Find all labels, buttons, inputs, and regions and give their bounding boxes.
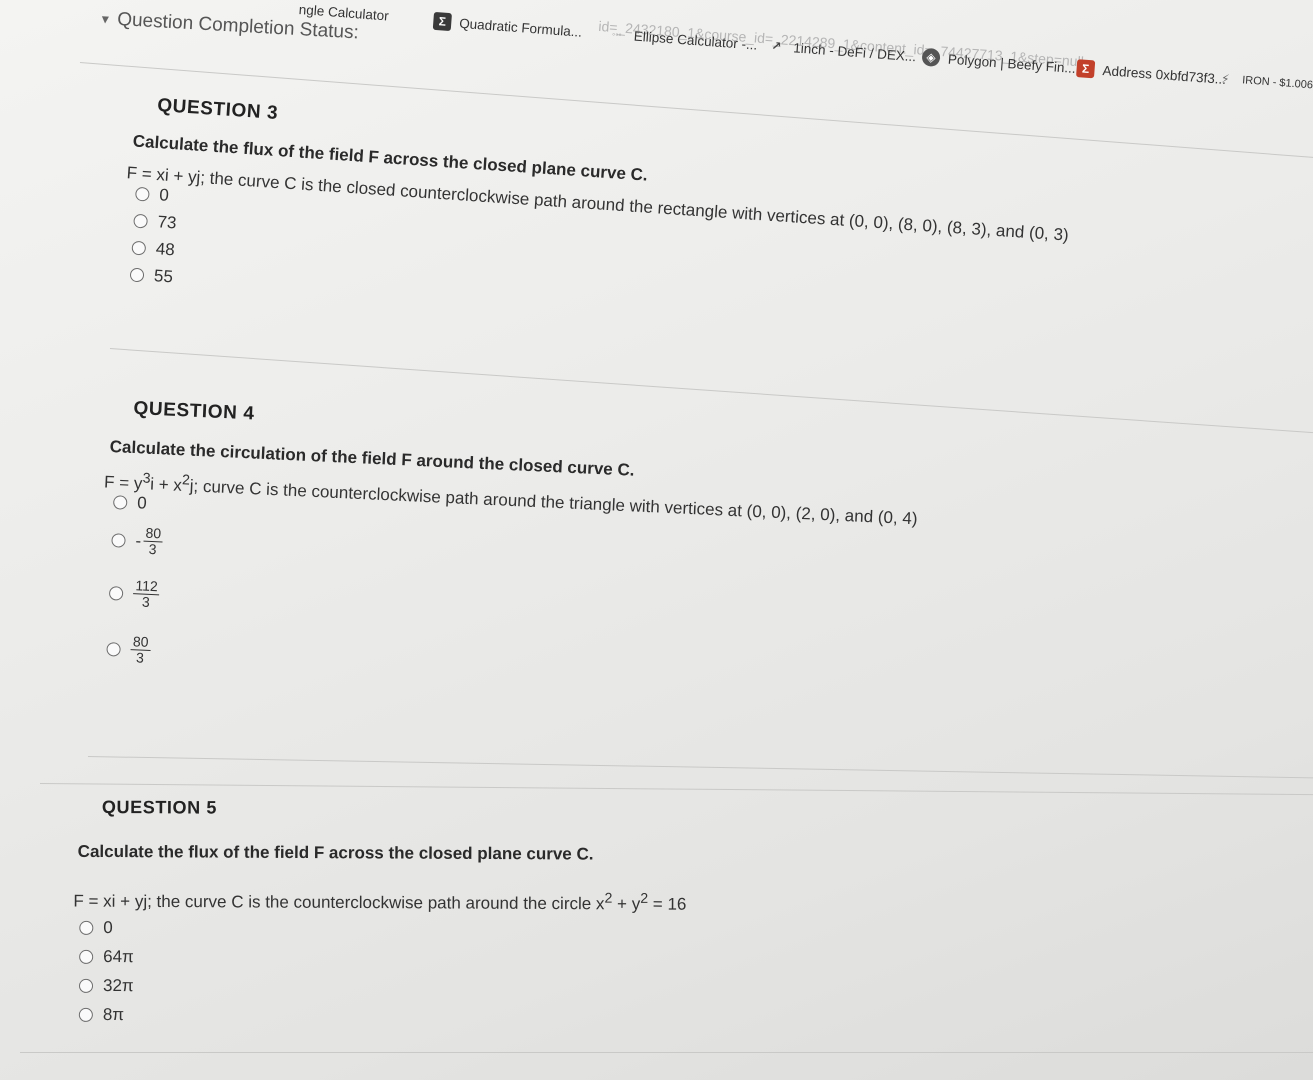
question-4: QUESTION 4 Calculate the circulation of … [104,398,921,713]
fraction: -80 3 [135,525,164,557]
option-label: 0 [136,492,148,513]
fraction-sign: - [135,530,142,551]
divider [87,756,1313,779]
bookmark-label: Address 0xbfd73f3... [1102,62,1227,87]
fraction-denominator: 3 [141,593,151,611]
radio-button[interactable] [133,213,149,229]
superscript: 2 [640,890,649,907]
radio-button[interactable] [131,240,147,256]
bookmark-address[interactable]: Σ Address 0xbfd73f3... [1076,59,1227,88]
bookmark-label: Quadratic Formula... [458,15,583,40]
question-field: F = xi + yj; the curve C is the counterc… [73,888,686,915]
answer-option[interactable]: 64π [79,943,686,975]
chevron-down-icon: ▼ [98,11,112,27]
radio-button[interactable] [79,950,94,965]
option-label: 48 [155,238,176,259]
radio-button[interactable] [112,494,128,510]
option-label: 55 [153,265,174,286]
option-label: 0 [158,184,170,205]
answer-options: 0 -80 3 112 3 80 3 [105,489,917,713]
option-label: 64π [103,947,134,967]
radio-button[interactable] [78,979,94,994]
fraction-denominator: 3 [135,649,145,666]
answer-option[interactable]: 32π [78,972,686,1004]
question-5: QUESTION 5 Calculate the flux of the fie… [73,797,687,1033]
polygon-icon: ◈ [921,47,941,68]
option-label: 0 [103,918,113,938]
divider [20,1052,1313,1053]
question-prompt: Calculate the flux of the field F across… [77,841,594,864]
iron-icon: ⚡ [1220,71,1230,87]
radio-button[interactable] [111,532,126,548]
radio-button[interactable] [78,1008,93,1023]
fraction: 112 3 [132,577,161,611]
option-label: 8π [102,1005,125,1025]
radio-button[interactable] [106,641,121,657]
option-label: 32π [102,976,134,996]
sigma-red-icon: Σ [1076,59,1096,79]
radio-button[interactable] [108,585,124,601]
field-text: = 16 [648,894,687,914]
option-label: 73 [157,211,178,232]
fraction: 80 3 [130,633,151,666]
bookmark-iron[interactable]: ⚡ IRON - $1.0065 [1216,69,1313,94]
bookmark-label: IRON - $1.0065 [1241,74,1313,92]
answer-option[interactable]: 8π [78,1001,686,1033]
radio-button[interactable] [134,186,150,202]
divider [39,783,1313,796]
fraction-numerator: 112 [133,577,161,596]
fraction-numerator: 80 [130,633,151,652]
unicorn-icon: ↗ [770,38,782,54]
answer-options: 0 64π 32π 8π [78,914,687,1033]
field-text: F = xi + yj; the curve C is the counterc… [73,891,605,914]
superscript: 2 [604,890,613,907]
fraction-denominator: 3 [148,540,157,558]
radio-button[interactable] [129,267,145,282]
fraction-numerator: 80 [143,525,164,543]
radio-button[interactable] [79,921,94,936]
screen: id=_2432180_1&course_id=_2214289_1&conte… [0,0,1313,1080]
sigma-icon: Σ [432,11,453,32]
field-text: + y [612,894,641,914]
ellipse-icon: ◦◦◦ [611,28,623,40]
answer-option[interactable]: 0 [79,914,686,946]
bookmark-quadratic-formula[interactable]: Σ Quadratic Formula... [432,11,583,41]
question-title: QUESTION 5 [101,797,218,818]
